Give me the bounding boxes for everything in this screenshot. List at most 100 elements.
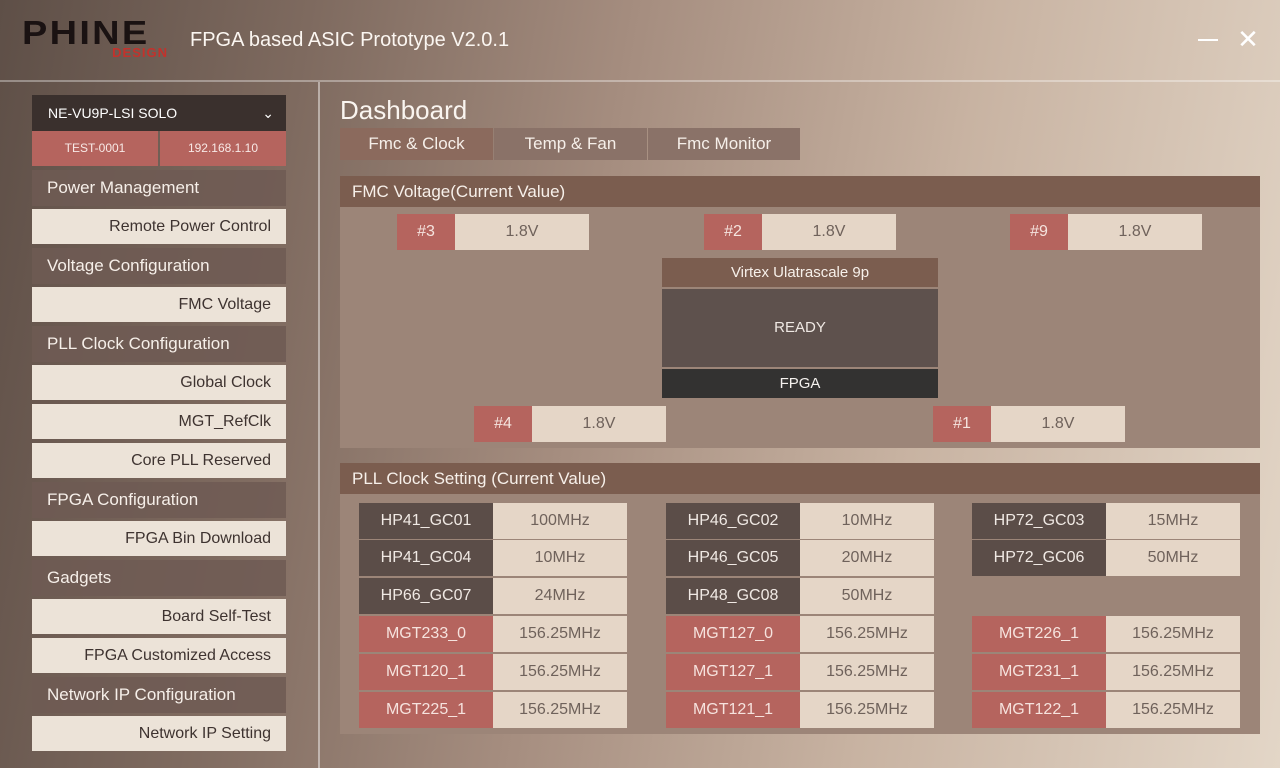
clock-entry: MGT226_1 156.25MHz	[972, 616, 1240, 652]
title-divider	[0, 80, 1280, 82]
clock-name: HP66_GC07	[359, 578, 493, 614]
fmc-slot-index: #3	[397, 214, 455, 250]
clock-name: MGT127_0	[666, 616, 800, 652]
fpga-status: READY	[662, 289, 938, 367]
clock-name: MGT231_1	[972, 654, 1106, 690]
sidebar-item-board-self-test[interactable]: Board Self-Test	[32, 599, 286, 634]
clock-frequency: 156.25MHz	[1106, 692, 1240, 728]
device-ip: 192.168.1.10	[160, 131, 286, 166]
device-id: TEST-0001	[32, 131, 158, 166]
clock-frequency: 50MHz	[1106, 540, 1240, 576]
sidebar-item-network-ip-setting[interactable]: Network IP Setting	[32, 716, 286, 751]
clock-frequency: 156.25MHz	[800, 654, 934, 690]
sidebar-header-fpga-configuration: FPGA Configuration	[32, 482, 286, 518]
sidebar-item-fpga-bin-download[interactable]: FPGA Bin Download	[32, 521, 286, 556]
clock-entry: MGT127_0 156.25MHz	[666, 616, 934, 652]
fmc-slot-2: #2 1.8V	[704, 214, 896, 250]
clock-name: HP48_GC08	[666, 578, 800, 614]
fmc-slot-voltage: 1.8V	[532, 406, 666, 442]
sidebar-item-remote-power-control[interactable]: Remote Power Control	[32, 209, 286, 244]
tab-fmc-monitor[interactable]: Fmc Monitor	[648, 128, 800, 160]
clock-frequency: 156.25MHz	[800, 616, 934, 652]
clock-name: MGT233_0	[359, 616, 493, 652]
clock-frequency: 100MHz	[493, 503, 627, 539]
fmc-slot-index: #4	[474, 406, 532, 442]
clock-name: HP46_GC05	[666, 540, 800, 576]
sidebar-header-gadgets: Gadgets	[32, 560, 286, 596]
clock-frequency: 50MHz	[800, 578, 934, 614]
clock-entry: MGT121_1 156.25MHz	[666, 692, 934, 728]
clock-entry: HP48_GC08 50MHz	[666, 578, 934, 614]
sidebar-header-pll-clock-configuration: PLL Clock Configuration	[32, 326, 286, 362]
logo-subtitle: DESIGN	[112, 45, 168, 60]
clock-frequency: 24MHz	[493, 578, 627, 614]
fmc-slot-index: #9	[1010, 214, 1068, 250]
title-bar: PHINE DESIGN FPGA based ASIC Prototype V…	[0, 0, 1280, 80]
phine-design-logo: PHINE DESIGN	[22, 16, 172, 62]
clock-entry: MGT122_1 156.25MHz	[972, 692, 1240, 728]
clock-frequency: 20MHz	[800, 540, 934, 576]
fmc-slot-voltage: 1.8V	[455, 214, 589, 250]
page-title: Dashboard	[340, 95, 468, 125]
tab-fmc-clock[interactable]: Fmc & Clock	[340, 128, 493, 160]
clock-entry: HP72_GC06 50MHz	[972, 540, 1240, 576]
clock-frequency: 15MHz	[1106, 503, 1240, 539]
sidebar-item-global-clock[interactable]: Global Clock	[32, 365, 286, 400]
clock-name: HP41_GC01	[359, 503, 493, 539]
fmc-slot-voltage: 1.8V	[991, 406, 1125, 442]
clock-name: HP72_GC03	[972, 503, 1106, 539]
sidebar-item-fmc-voltage[interactable]: FMC Voltage	[32, 287, 286, 322]
fpga-model-label: Virtex Ulatrascale 9p	[662, 258, 938, 287]
clock-frequency: 156.25MHz	[1106, 616, 1240, 652]
tab-temp-fan[interactable]: Temp & Fan	[494, 128, 647, 160]
device-select[interactable]: NE-VU9P-LSI SOLO ⌄	[32, 95, 286, 131]
sidebar-item-core-pll-reserved[interactable]: Core PLL Reserved	[32, 443, 286, 478]
clock-entry: HP66_GC07 24MHz	[359, 578, 627, 614]
clock-entry: HP72_GC03 15MHz	[972, 503, 1240, 539]
chevron-down-icon: ⌄	[262, 105, 274, 121]
clock-name: MGT120_1	[359, 654, 493, 690]
app-title: FPGA based ASIC Prototype V2.0.1	[190, 29, 510, 51]
clock-name: MGT121_1	[666, 692, 800, 728]
device-info: TEST-0001 192.168.1.10	[32, 131, 286, 166]
sidebar-item-mgt-refclk[interactable]: MGT_RefClk	[32, 404, 286, 439]
clock-entry: MGT225_1 156.25MHz	[359, 692, 627, 728]
sidebar-item-fpga-customized-access[interactable]: FPGA Customized Access	[32, 638, 286, 673]
clock-frequency: 156.25MHz	[1106, 654, 1240, 690]
clock-name: HP41_GC04	[359, 540, 493, 576]
sidebar-header-network-ip-configuration: Network IP Configuration	[32, 677, 286, 713]
sidebar-header-power-management: Power Management	[32, 170, 286, 206]
clock-entry: MGT233_0 156.25MHz	[359, 616, 627, 652]
clock-frequency: 10MHz	[493, 540, 627, 576]
fmc-slot-voltage: 1.8V	[762, 214, 896, 250]
fmc-slot-9: #9 1.8V	[1010, 214, 1202, 250]
fmc-slot-3: #3 1.8V	[397, 214, 589, 250]
pll-clock-header: PLL Clock Setting (Current Value)	[340, 463, 1260, 494]
minimize-icon[interactable]	[1195, 26, 1221, 52]
clock-frequency: 156.25MHz	[493, 692, 627, 728]
clock-entry: MGT231_1 156.25MHz	[972, 654, 1240, 690]
clock-name: MGT226_1	[972, 616, 1106, 652]
clock-entry: HP46_GC05 20MHz	[666, 540, 934, 576]
clock-entry: HP41_GC04 10MHz	[359, 540, 627, 576]
clock-name: HP46_GC02	[666, 503, 800, 539]
clock-entry: MGT120_1 156.25MHz	[359, 654, 627, 690]
clock-name: MGT127_1	[666, 654, 800, 690]
fmc-slot-1: #1 1.8V	[933, 406, 1125, 442]
clock-name: MGT225_1	[359, 692, 493, 728]
clock-frequency: 156.25MHz	[800, 692, 934, 728]
sidebar-divider	[318, 82, 320, 768]
sidebar-header-voltage-configuration: Voltage Configuration	[32, 248, 286, 284]
close-icon[interactable]: ✕	[1235, 26, 1261, 52]
clock-entry: HP41_GC01 100MHz	[359, 503, 627, 539]
fmc-voltage-header: FMC Voltage(Current Value)	[340, 176, 1260, 207]
fmc-slot-voltage: 1.8V	[1068, 214, 1202, 250]
fmc-slot-index: #1	[933, 406, 991, 442]
clock-frequency: 156.25MHz	[493, 654, 627, 690]
fmc-slot-4: #4 1.8V	[474, 406, 666, 442]
clock-frequency: 156.25MHz	[493, 616, 627, 652]
clock-frequency: 10MHz	[800, 503, 934, 539]
clock-name: MGT122_1	[972, 692, 1106, 728]
clock-name: HP72_GC06	[972, 540, 1106, 576]
logo-wordmark: PHINE	[22, 14, 150, 51]
